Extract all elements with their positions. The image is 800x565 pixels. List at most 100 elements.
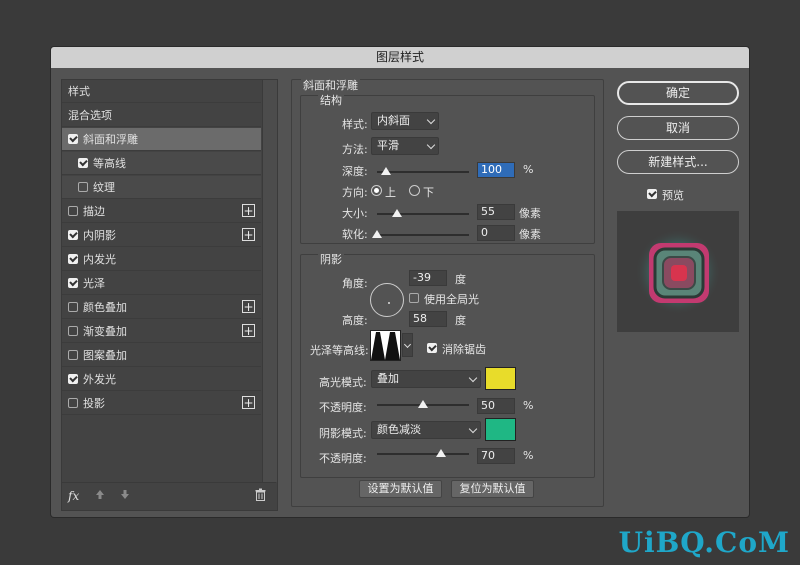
soften-unit: 像素 — [519, 228, 541, 241]
soften-slider-track[interactable] — [377, 234, 469, 236]
style-list-item[interactable]: 投影 + — [62, 392, 261, 415]
style-enable-checkbox[interactable] — [68, 254, 78, 264]
style-list-item[interactable]: 外发光 — [62, 368, 261, 391]
style-list-scrollbar[interactable] — [262, 80, 277, 482]
global-light-label: 使用全局光 — [424, 293, 479, 306]
direction-up-radio[interactable] — [371, 185, 382, 196]
technique-select[interactable]: 平滑 — [371, 137, 439, 155]
shadow-mode-value: 颜色减淡 — [377, 423, 421, 436]
style-list-item[interactable]: 等高线 — [62, 152, 261, 175]
style-list-item-label: 光泽 — [83, 277, 105, 290]
layer-style-dialog: 图层样式 样式 混合选项 斜面和浮雕 等高线 纹理 描边 + 内阴影 + 内发光 光泽 颜色叠加 + 渐… — [51, 47, 749, 517]
new-style-button[interactable]: 新建样式... — [617, 150, 739, 174]
fx-icon[interactable]: fx — [68, 489, 79, 503]
style-list-header[interactable]: 样式 — [62, 80, 261, 103]
style-enable-checkbox[interactable] — [68, 206, 78, 216]
watermark-text: UiBQ.CoM — [618, 526, 790, 559]
highlight-mode-select[interactable]: 叠加 — [371, 370, 481, 388]
style-select[interactable]: 内斜面 — [371, 112, 439, 130]
style-list-item[interactable]: 描边 + — [62, 200, 261, 223]
style-enable-checkbox[interactable] — [68, 350, 78, 360]
style-enable-checkbox[interactable] — [68, 230, 78, 240]
angle-input[interactable]: -39 — [409, 270, 447, 286]
trash-icon[interactable] — [255, 488, 266, 504]
gloss-contour-dropdown[interactable] — [402, 333, 413, 357]
style-list-item-label: 颜色叠加 — [83, 301, 127, 314]
shading-group: 阴影 角度: -39 度 使用全局光 高度: 58 度 光泽等高线: 消除锯齿 … — [300, 251, 595, 478]
style-enable-checkbox[interactable] — [68, 374, 78, 384]
angle-label: 角度: — [342, 277, 368, 290]
depth-label: 深度: — [342, 165, 368, 178]
add-effect-icon[interactable]: + — [242, 228, 255, 241]
style-list-item[interactable]: 光泽 — [62, 272, 261, 295]
style-list-item[interactable]: 颜色叠加 + — [62, 296, 261, 319]
antialias-label: 消除锯齿 — [442, 343, 486, 356]
highlight-color-swatch[interactable] — [485, 367, 516, 390]
cancel-button[interactable]: 取消 — [617, 116, 739, 140]
ok-button[interactable]: 确定 — [617, 81, 739, 105]
shadow-mode-select[interactable]: 颜色减淡 — [371, 421, 481, 439]
add-effect-icon[interactable]: + — [242, 324, 255, 337]
add-effect-icon[interactable]: + — [242, 204, 255, 217]
style-list-item-label: 图案叠加 — [83, 349, 127, 362]
altitude-unit: 度 — [455, 314, 466, 327]
shadow-opacity-slider-thumb[interactable] — [436, 449, 447, 457]
style-list-item[interactable]: 混合选项 — [62, 104, 261, 127]
style-enable-checkbox[interactable] — [68, 398, 78, 408]
size-slider-track[interactable] — [377, 213, 469, 215]
angle-dial-indicator — [388, 302, 390, 304]
highlight-opacity-input[interactable]: 50 — [477, 398, 515, 414]
size-input[interactable]: 55 — [477, 204, 515, 220]
highlight-opacity-label: 不透明度: — [319, 401, 367, 414]
soften-slider-thumb[interactable] — [372, 230, 382, 238]
style-enable-checkbox[interactable] — [68, 278, 78, 288]
preview-checkbox[interactable] — [647, 189, 657, 199]
shadow-opacity-unit: % — [523, 449, 534, 462]
add-effect-icon[interactable]: + — [242, 300, 255, 313]
add-effect-icon[interactable]: + — [242, 396, 255, 409]
global-light-checkbox[interactable] — [409, 293, 419, 303]
make-default-button[interactable]: 设置为默认值 — [359, 480, 442, 498]
shadow-opacity-slider-track[interactable] — [377, 453, 469, 455]
direction-down-label: 下 — [423, 186, 434, 199]
preview-label: 预览 — [662, 189, 684, 202]
style-list-item[interactable]: 图案叠加 — [62, 344, 261, 367]
depth-slider-thumb[interactable] — [381, 167, 392, 175]
watermark-logo: UiBQ.CoM — [619, 526, 790, 559]
highlight-mode-value: 叠加 — [377, 372, 399, 385]
style-enable-checkbox[interactable] — [78, 182, 88, 192]
style-list-item-label: 内阴影 — [83, 229, 116, 242]
style-enable-checkbox[interactable] — [68, 134, 78, 144]
shadow-opacity-input[interactable]: 70 — [477, 448, 515, 464]
structure-title: 结构 — [318, 92, 344, 108]
style-label: 样式: — [342, 118, 368, 131]
style-enable-checkbox[interactable] — [78, 158, 88, 168]
direction-down-radio[interactable] — [409, 185, 420, 196]
move-down-icon[interactable] — [120, 489, 130, 503]
style-list-item-label: 等高线 — [93, 157, 126, 170]
antialias-checkbox[interactable] — [427, 343, 437, 353]
altitude-input[interactable]: 58 — [409, 311, 447, 327]
style-list-header-label: 样式 — [68, 85, 90, 98]
move-up-icon[interactable] — [95, 489, 105, 503]
style-list-item[interactable]: 斜面和浮雕 — [62, 128, 261, 151]
style-list-item[interactable]: 内发光 — [62, 248, 261, 271]
bevel-emboss-panel: 斜面和浮雕 结构 样式: 内斜面 方法: 平滑 深度: 100 % 方向: 上 … — [291, 77, 604, 507]
style-list-item[interactable]: 纹理 — [62, 176, 261, 199]
gloss-contour-label: 光泽等高线: — [310, 344, 369, 357]
style-list-item-label: 渐变叠加 — [83, 325, 127, 338]
soften-input[interactable]: 0 — [477, 225, 515, 241]
style-list-item[interactable]: 内阴影 + — [62, 224, 261, 247]
angle-dial[interactable] — [370, 283, 404, 317]
reset-default-button[interactable]: 复位为默认值 — [451, 480, 534, 498]
gloss-contour-preview[interactable] — [370, 330, 401, 361]
highlight-opacity-slider-thumb[interactable] — [418, 400, 428, 408]
style-enable-checkbox[interactable] — [68, 302, 78, 312]
style-list-item[interactable]: 渐变叠加 + — [62, 320, 261, 343]
style-select-value: 内斜面 — [377, 114, 410, 127]
depth-input[interactable]: 100 — [477, 162, 515, 178]
shadow-color-swatch[interactable] — [485, 418, 516, 441]
size-slider-thumb[interactable] — [392, 209, 403, 217]
angle-unit: 度 — [455, 273, 466, 286]
style-enable-checkbox[interactable] — [68, 326, 78, 336]
